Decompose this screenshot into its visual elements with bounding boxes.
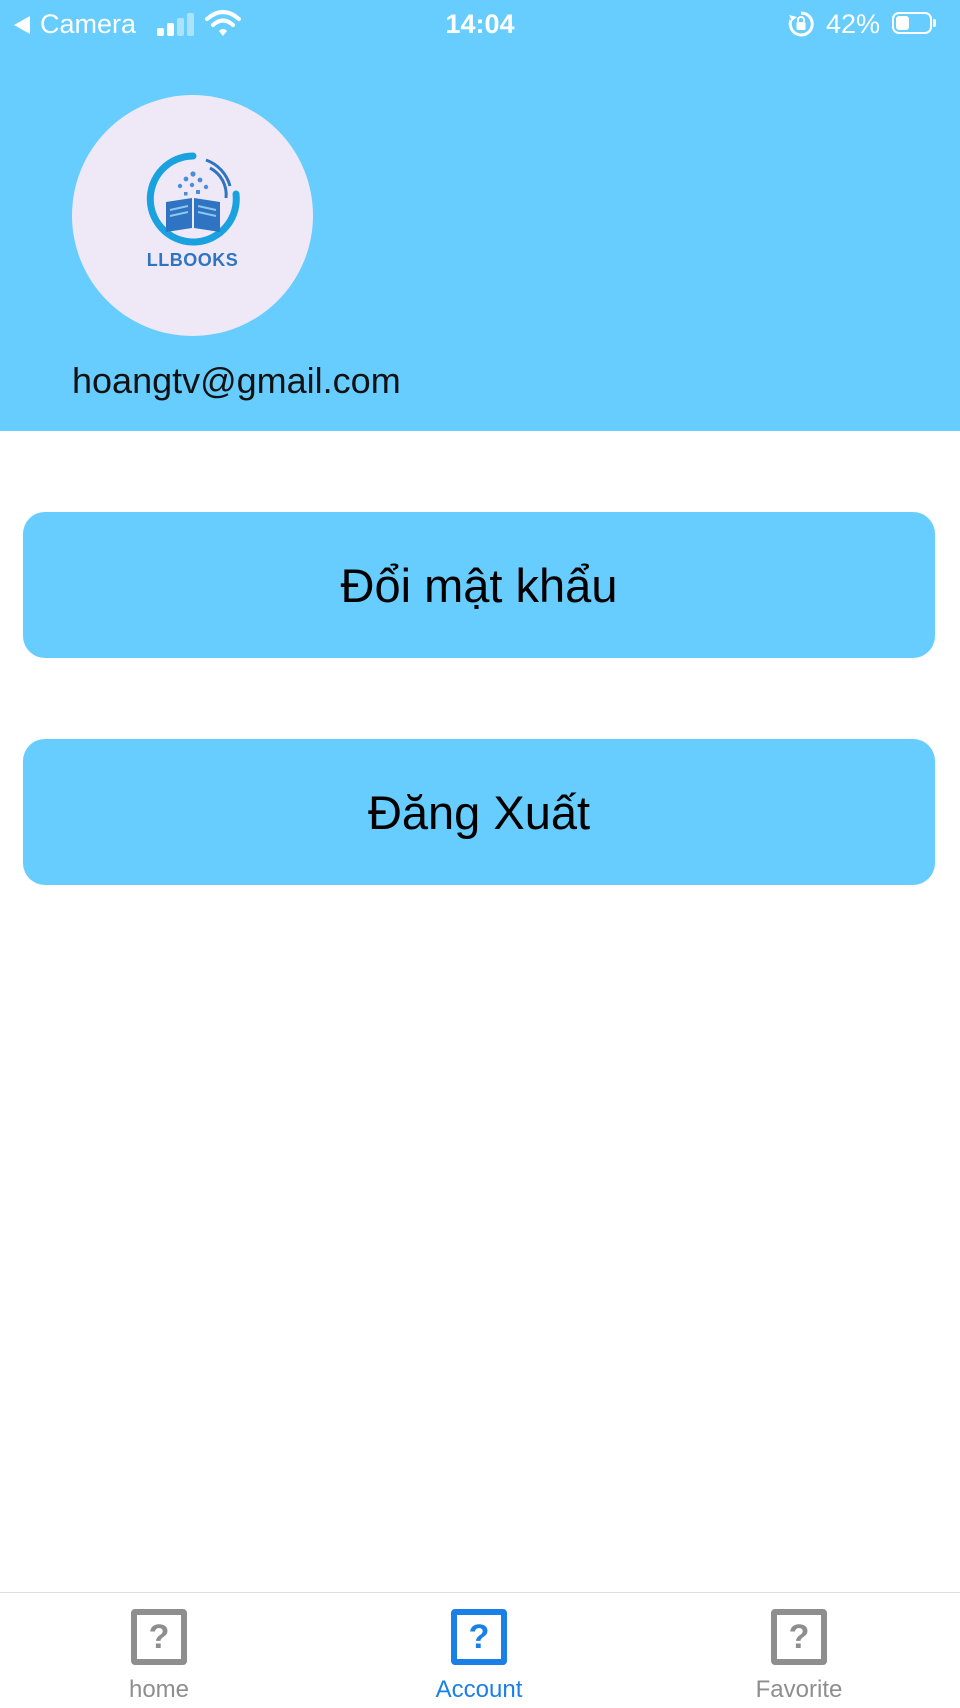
avatar[interactable]: LLBOOKS: [72, 95, 313, 336]
question-square-icon: ?: [451, 1609, 507, 1665]
change-password-button[interactable]: Đổi mật khẩu: [23, 512, 935, 658]
llbooks-logo-icon: [146, 152, 240, 246]
question-square-icon: ?: [131, 1609, 187, 1665]
tab-home[interactable]: ? home: [49, 1593, 269, 1708]
clock: 14:04: [445, 9, 515, 39]
tab-favorite-label: Favorite: [755, 1676, 843, 1703]
user-email: hoangtv@gmail.com: [72, 360, 401, 401]
tab-favorite[interactable]: ? Favorite: [689, 1593, 909, 1708]
battery-percent: 42%: [826, 9, 881, 39]
tab-account[interactable]: ? Account: [369, 1593, 589, 1708]
logo-text: LLBOOKS: [146, 250, 239, 270]
rotation-lock-icon: [788, 11, 814, 37]
profile-header: Camera 14:04 42% LLBOOKS hoangtv@gmail.c…: [0, 0, 960, 431]
status-bar: Camera 14:04 42%: [0, 0, 960, 50]
battery-icon: [892, 12, 936, 36]
question-square-icon: ?: [771, 1609, 827, 1665]
logout-button[interactable]: Đăng Xuất: [23, 739, 935, 885]
tab-account-label: Account: [435, 1676, 523, 1703]
tab-bar: ? home ? Account ? Favorite: [0, 1592, 960, 1708]
tab-home-label: home: [128, 1676, 190, 1703]
